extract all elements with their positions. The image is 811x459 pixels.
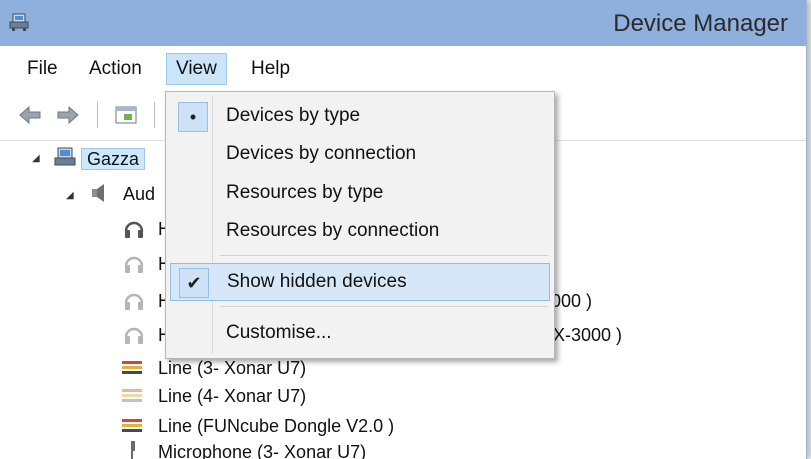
tree-item[interactable]: Line (4- Xonar U7) [158,381,306,411]
tree-item-tail: 000 ) [551,291,593,311]
view-menu-dropdown: • Devices by type Devices by connection … [165,91,555,359]
menu-separator [220,255,548,256]
menu-bar: File Action View Help [0,46,806,90]
menu-separator [220,306,548,307]
computer-icon [54,147,76,166]
microphone-icon [131,441,135,459]
back-arrow-icon[interactable] [18,104,42,126]
headphones-disabled-icon [124,256,144,273]
window-title: Device Manager [613,10,788,37]
menu-item-devices-by-type[interactable]: • Devices by type [170,98,548,134]
line-in-disabled-icon [122,389,142,402]
headphones-disabled-icon [124,293,144,310]
toolbar-separator [97,102,98,128]
menu-file[interactable]: File [18,55,67,83]
menu-item-resources-by-type[interactable]: Resources by type [170,175,548,211]
device-manager-window: Device Manager File Action View Help ◢ G… [0,0,807,459]
collapse-arrow-icon[interactable]: ◢ [32,153,42,164]
menu-item-customise[interactable]: Customise... [170,315,548,351]
speaker-icon [92,184,104,202]
properties-icon[interactable] [114,104,138,126]
line-in-icon [122,361,142,374]
menu-action[interactable]: Action [80,55,151,83]
tree-root-label: Gazza [81,148,146,170]
headphones-disabled-icon [124,327,144,344]
menu-item-devices-by-connection[interactable]: Devices by connection [170,136,548,172]
tree-item-tail: X-3000 ) [553,325,623,345]
line-in-icon [122,419,142,432]
tree-root[interactable]: Gazza [81,144,146,174]
menu-view[interactable]: View [166,53,227,85]
checkmark-icon: ✔ [179,268,209,298]
forward-arrow-icon[interactable] [56,104,80,126]
title-bar[interactable]: Device Manager [0,0,806,46]
radio-bullet-icon: • [178,102,208,132]
toolbar-separator [154,102,155,128]
collapse-arrow-icon[interactable]: ◢ [66,190,76,201]
menu-help[interactable]: Help [242,55,299,83]
device-manager-icon [9,13,29,31]
menu-item-show-hidden-devices[interactable]: ✔ Show hidden devices [170,263,550,301]
tree-item[interactable]: Microphone (3- Xonar U7) [158,437,366,459]
menu-item-resources-by-connection[interactable]: Resources by connection [170,213,548,249]
headphones-icon [124,221,144,238]
tree-category-audio[interactable]: Aud [123,179,155,209]
